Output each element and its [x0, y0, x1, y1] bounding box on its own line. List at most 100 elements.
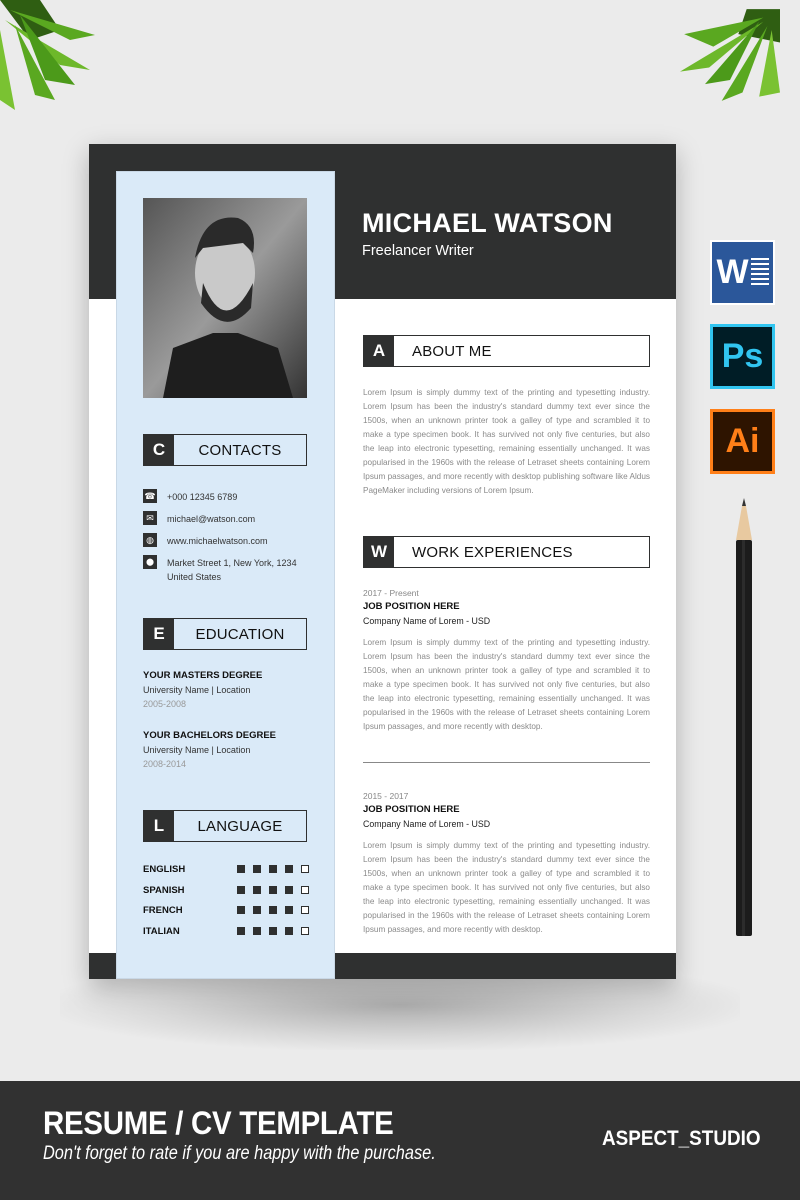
about-title: ABOUT ME — [412, 342, 492, 360]
language-section-header: L LANGUAGE — [143, 810, 307, 842]
level-square-filled — [269, 906, 277, 914]
globe-icon: ◍ — [143, 533, 157, 547]
plant-leaves-right-decoration — [680, 9, 780, 101]
level-square-filled — [237, 927, 245, 935]
word-icon-label: W — [716, 253, 749, 291]
location-pin-icon: ⬤ — [143, 555, 157, 569]
education-item: YOUR MASTERS DEGREE University Name | Lo… — [143, 670, 313, 709]
job-description: Lorem Ipsum is simply dummy text of the … — [363, 638, 650, 731]
footer-title: RESUME / CV TEMPLATE — [43, 1105, 394, 1141]
photoshop-icon-label: Ps — [721, 337, 764, 375]
contact-phone: ☎ +000 12345 6789 — [143, 489, 317, 504]
education-letter-badge: E — [144, 619, 174, 649]
language-name: ENGLISH — [143, 863, 186, 875]
language-row: FRENCH — [143, 904, 309, 916]
contacts-section-header: C CONTACTS — [143, 434, 307, 466]
job-description: Lorem Ipsum is simply dummy text of the … — [363, 841, 650, 934]
level-square-filled — [269, 927, 277, 935]
level-square-filled — [269, 886, 277, 894]
phone-icon: ☎ — [143, 489, 157, 503]
education-degree: YOUR MASTERS DEGREE — [143, 670, 263, 681]
job-position: JOB POSITION HERE — [363, 804, 460, 815]
sidebar: C CONTACTS ☎ +000 12345 6789 ✉ michael@w… — [116, 171, 335, 979]
illustrator-icon-label: Ai — [725, 422, 760, 460]
level-square-filled — [285, 927, 293, 935]
education-title: EDUCATION — [195, 625, 285, 643]
person-name: MICHAEL WATSON — [362, 208, 613, 238]
job-dates: 2015 - 2017 — [363, 791, 409, 801]
language-name: ITALIAN — [143, 925, 180, 937]
contact-phone-text[interactable]: +000 12345 6789 — [167, 490, 317, 504]
document-lines-icon — [750, 257, 769, 288]
level-square-filled — [237, 906, 245, 914]
contact-website: ◍ www.michaelwatson.com — [143, 533, 317, 548]
plant-leaves-left-decoration — [0, 0, 95, 110]
education-section-header: E EDUCATION — [143, 618, 307, 650]
level-square-empty — [301, 865, 309, 873]
contact-website-text[interactable]: www.michaelwatson.com — [167, 534, 317, 548]
contact-address-text: Market Street 1, New York, 1234 United S… — [167, 558, 297, 582]
profile-photo — [143, 198, 307, 398]
level-square-filled — [253, 865, 261, 873]
job-company: Company Name of Lorem - USD — [363, 616, 491, 626]
language-name: SPANISH — [143, 884, 185, 896]
education-degree: YOUR BACHELORS DEGREE — [143, 730, 277, 741]
job-company: Company Name of Lorem - USD — [363, 819, 491, 829]
language-level-indicator — [237, 906, 309, 914]
promo-footer: RESUME / CV TEMPLATE Don't forget to rat… — [0, 1081, 800, 1200]
language-level-indicator — [237, 886, 309, 894]
about-section-header: A ABOUT ME — [363, 335, 650, 367]
level-square-filled — [285, 865, 293, 873]
education-school: University Name | Location — [143, 745, 251, 755]
contact-email: ✉ michael@watson.com — [143, 511, 317, 526]
language-letter-badge: L — [144, 811, 174, 841]
about-letter-badge: A — [364, 336, 394, 366]
language-level-indicator — [237, 865, 309, 873]
education-item: YOUR BACHELORS DEGREE University Name | … — [143, 730, 313, 769]
contacts-title: CONTACTS — [198, 441, 282, 459]
contact-email-text[interactable]: michael@watson.com — [167, 512, 317, 526]
language-row: SPANISH — [143, 884, 309, 896]
job-position: JOB POSITION HERE — [363, 601, 460, 612]
level-square-filled — [253, 927, 261, 935]
pencil-decoration — [736, 498, 752, 936]
name-block: MICHAEL WATSON Freelancer Writer — [362, 208, 613, 259]
work-title: WORK EXPERIENCES — [412, 543, 573, 561]
work-section-header: W WORK EXPERIENCES — [363, 536, 650, 568]
education-years: 2005-2008 — [143, 699, 187, 709]
level-square-filled — [285, 906, 293, 914]
work-letter-badge: W — [364, 537, 394, 567]
level-square-filled — [237, 886, 245, 894]
level-square-empty — [301, 927, 309, 935]
level-square-filled — [237, 865, 245, 873]
profile-photo-illustration — [143, 198, 307, 398]
job-entry: 2015 - 2017 JOB POSITION HERE Company Na… — [363, 791, 650, 829]
language-name: FRENCH — [143, 904, 183, 916]
level-square-filled — [269, 865, 277, 873]
level-square-filled — [253, 906, 261, 914]
illustrator-app-icon: Ai — [710, 409, 775, 474]
footer-brand: ASPECT_STUDIO — [602, 1127, 761, 1150]
language-row: ENGLISH — [143, 863, 309, 875]
level-square-empty — [301, 886, 309, 894]
contact-address: ⬤ Market Street 1, New York, 1234 United… — [143, 555, 302, 584]
photoshop-app-icon: Ps — [710, 324, 775, 389]
education-years: 2008-2014 — [143, 759, 187, 769]
education-school: University Name | Location — [143, 685, 251, 695]
level-square-filled — [253, 886, 261, 894]
job-dates: 2017 - Present — [363, 588, 419, 598]
resume-page: MICHAEL WATSON Freelancer Writer C CONTA… — [89, 144, 676, 979]
level-square-empty — [301, 906, 309, 914]
word-app-icon: W — [710, 240, 775, 305]
footer-subtitle: Don't forget to rate if you are happy wi… — [43, 1143, 436, 1164]
person-role: Freelancer Writer — [362, 243, 474, 259]
about-text: Lorem Ipsum is simply dummy text of the … — [363, 388, 650, 495]
language-row: ITALIAN — [143, 925, 309, 937]
level-square-filled — [285, 886, 293, 894]
job-entry: 2017 - Present JOB POSITION HERE Company… — [363, 588, 650, 626]
language-level-indicator — [237, 927, 309, 935]
job-divider — [363, 762, 650, 763]
contacts-letter-badge: C — [144, 435, 174, 465]
language-title: LANGUAGE — [197, 817, 283, 835]
email-icon: ✉ — [143, 511, 157, 525]
